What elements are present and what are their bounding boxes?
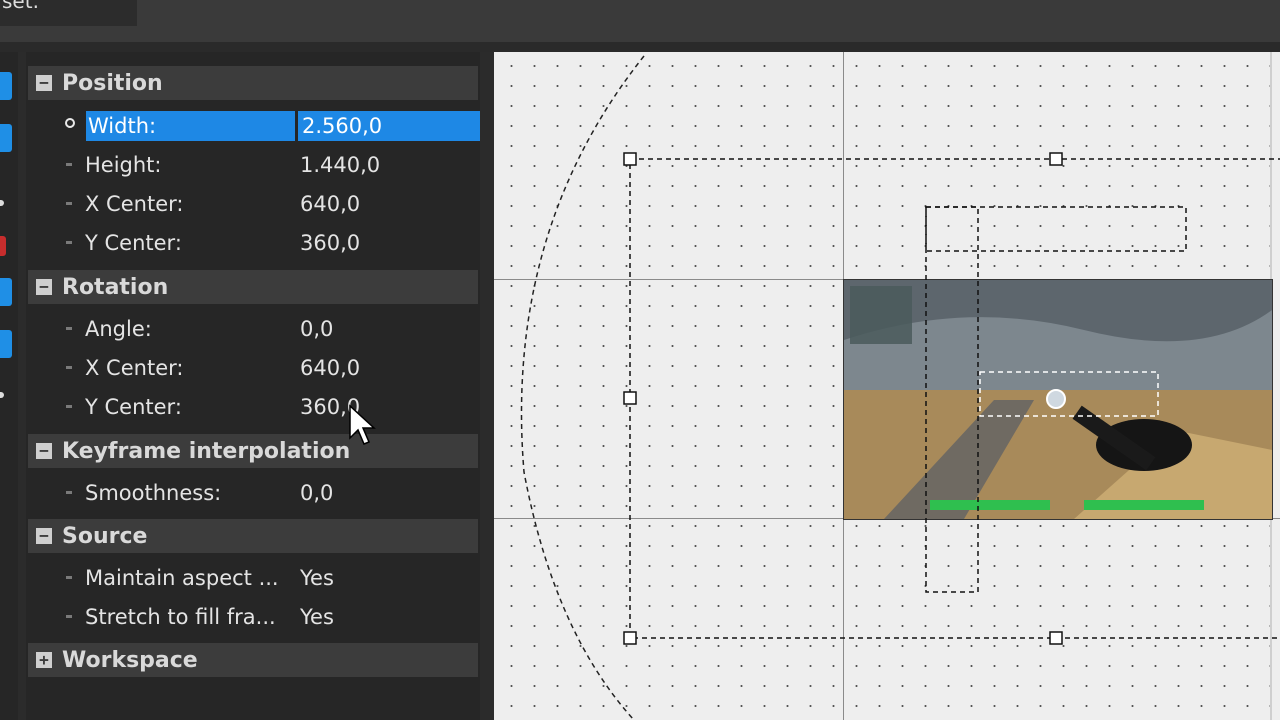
section-title: Keyframe interpolation [62,438,351,464]
property-row-smoothness[interactable]: Smoothness: 0,0 [28,475,478,511]
bullet-icon [66,163,72,166]
tool-button-7[interactable] [0,392,4,398]
tool-button-1[interactable] [0,72,12,100]
property-label: Height: [85,153,162,177]
collapse-icon[interactable]: − [36,443,52,459]
expand-icon[interactable]: + [36,652,52,668]
property-label: Stretch to fill fra... [85,605,276,629]
document-tab[interactable]: set. [0,0,137,26]
bullet-icon [66,327,72,330]
section-title: Source [62,523,148,549]
section-header-keyframe-interpolation[interactable]: − Keyframe interpolation [28,434,478,468]
mouse-cursor-icon [349,404,376,445]
property-value-input[interactable]: 640,0 [300,186,360,222]
bullet-icon [66,576,72,579]
resize-handle-top[interactable] [1049,152,1063,166]
properties-panel: − Position Width: 2.560,0 Height: 1.440,… [26,52,480,720]
section-header-source[interactable]: − Source [28,519,478,553]
tool-button-6[interactable] [0,330,12,358]
property-row-angle[interactable]: Angle: 0,0 [28,311,478,347]
property-label: Width: [86,111,295,141]
transform-overlay [520,55,1280,720]
property-label: X Center: [85,356,184,380]
tool-button-2[interactable] [0,124,12,152]
property-value-input[interactable]: 360,0 [300,225,360,261]
section-header-workspace[interactable]: + Workspace [28,643,478,677]
resize-handle-bottom[interactable] [1049,631,1063,645]
section-title: Position [62,70,163,96]
tool-button-4[interactable] [0,236,6,256]
section-header-rotation[interactable]: − Rotation [28,270,478,304]
center-point-handle[interactable] [1046,389,1066,409]
anchor-guide-box [925,206,979,593]
document-tab-label: set. [2,0,39,13]
anchor-guide-box [979,371,1159,417]
section-title: Rotation [62,274,169,300]
property-row-x-center[interactable]: X Center: 640,0 [28,186,478,222]
section-title: Workspace [62,647,198,673]
collapse-icon[interactable]: − [36,75,52,91]
bullet-icon [66,366,72,369]
collapse-icon[interactable]: − [36,528,52,544]
property-value-select[interactable]: Yes [300,560,334,596]
collapse-icon[interactable]: − [36,279,52,295]
toolbar-divider [0,42,1280,52]
anchor-guide-box [925,206,1187,252]
selected-indicator-icon [65,118,75,128]
tool-button-3[interactable] [0,200,4,206]
property-label: X Center: [85,192,184,216]
property-value-input[interactable]: 0,0 [300,475,333,511]
property-row-maintain-aspect[interactable]: Maintain aspect ... Yes [28,560,478,596]
bullet-icon [66,241,72,244]
resize-handle-left[interactable] [623,391,637,405]
property-value-input[interactable]: 640,0 [300,350,360,386]
property-row-width[interactable]: Width: 2.560,0 [28,106,480,142]
property-label: Angle: [85,317,152,341]
resize-handle-bottom-left[interactable] [623,631,637,645]
section-header-position[interactable]: − Position [28,66,478,100]
property-label: Smoothness: [85,481,222,505]
property-row-y-center[interactable]: Y Center: 360,0 [28,225,478,261]
property-label: Y Center: [85,231,182,255]
property-label: Y Center: [85,395,182,419]
tool-button-5[interactable] [0,278,12,306]
tool-strip [0,52,18,720]
property-label: Maintain aspect ... [85,566,279,590]
property-value-input[interactable]: 2.560,0 [298,111,480,141]
property-row-height[interactable]: Height: 1.440,0 [28,147,478,183]
bullet-icon [66,202,72,205]
bullet-icon [66,405,72,408]
property-value-select[interactable]: Yes [300,599,334,635]
property-value-input[interactable]: 0,0 [300,311,333,347]
property-row-stretch-to-fill[interactable]: Stretch to fill fra... Yes [28,599,478,635]
selection-box [629,158,1280,639]
property-row-rotation-x-center[interactable]: X Center: 640,0 [28,350,478,386]
resize-handle-top-left[interactable] [623,152,637,166]
bullet-icon [66,491,72,494]
top-toolbar: set. [0,0,1280,42]
property-value-input[interactable]: 1.440,0 [300,147,380,183]
property-row-rotation-y-center[interactable]: Y Center: 360,0 [28,389,478,425]
bullet-icon [66,615,72,618]
